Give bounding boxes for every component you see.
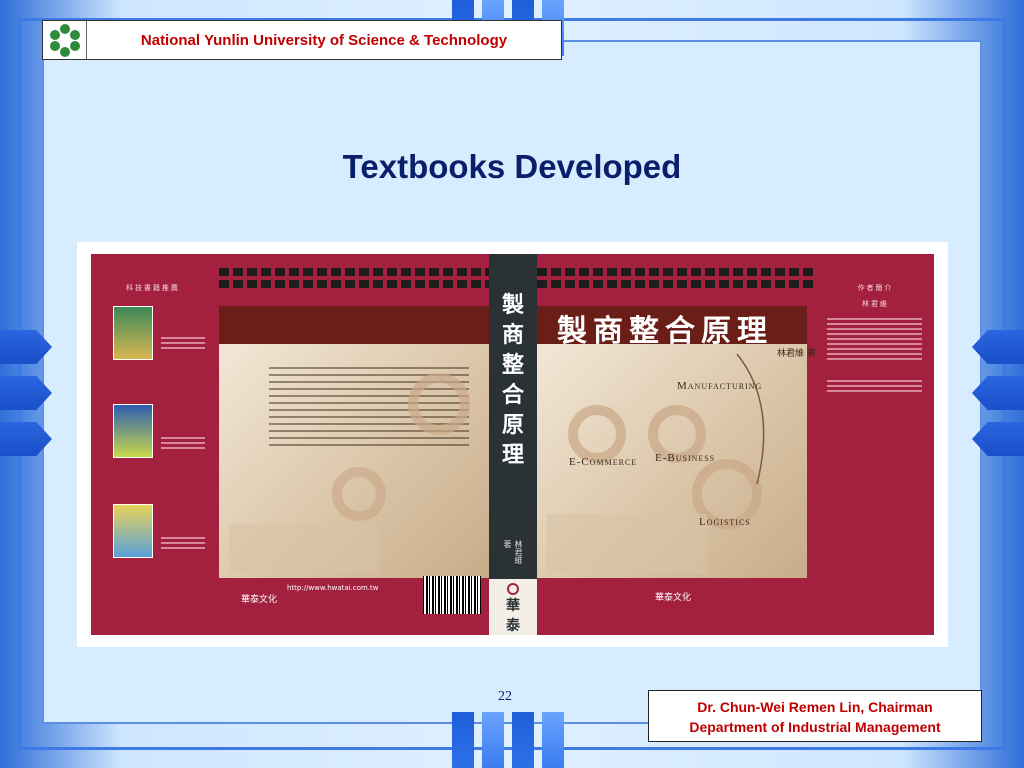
spine-publisher-block: 華 泰 — [489, 579, 537, 635]
institution-name: National Yunlin University of Science & … — [140, 31, 508, 49]
back-cover-graphic — [229, 373, 470, 574]
bottom-stripes-decoration — [452, 712, 564, 768]
book-cover-image: 科 技 書 籍 推 薦 華泰文化 http://www.hwatai.com.t… — [77, 242, 948, 647]
back-cover: 科 技 書 籍 推 薦 華泰文化 http://www.hwatai.com.t… — [91, 254, 495, 635]
label-manufacturing: Manufacturing — [677, 380, 763, 392]
spine-author: 林君維 著 — [503, 539, 523, 564]
spine-char-3: 整 — [501, 351, 524, 378]
front-publisher-name: 華泰文化 — [655, 593, 692, 603]
barcode — [423, 576, 481, 614]
label-e-commerce: E-Commerce — [569, 456, 638, 468]
front-side-name: 林 君 維 — [862, 301, 887, 308]
label-logistics: Logistics — [699, 516, 751, 528]
front-cover: 製商整合原理 林君維 著 Manufacturing E-Commerce E-… — [537, 254, 934, 635]
spine-publisher-1: 華 — [506, 598, 520, 614]
back-side-title: 科 技 書 籍 推 薦 — [126, 285, 178, 292]
left-tabs-decoration — [0, 330, 52, 456]
footer-department: Department of Industrial Management — [689, 719, 941, 735]
spine-char-5: 原 — [501, 411, 524, 438]
spine-publisher-2: 泰 — [506, 618, 520, 634]
back-cover-panel — [219, 344, 489, 578]
book-spine: 製 商 整 合 原 理 林君維 著 華 泰 — [489, 254, 537, 635]
recommended-book-3 — [113, 504, 153, 558]
label-e-business: E-Business — [655, 452, 716, 464]
front-cover-title: 製商整合原理 — [557, 314, 773, 349]
spine-char-1: 製 — [501, 291, 524, 318]
publisher-website: http://www.hwatai.com.tw — [287, 584, 379, 592]
footer-credit-box: Dr. Chun-Wei Remen Lin, Chairman Departm… — [648, 690, 982, 742]
footer-author: Dr. Chun-Wei Remen Lin, Chairman — [697, 699, 933, 715]
publisher-logo-icon — [507, 583, 519, 595]
slide-title: Textbooks Developed — [342, 148, 682, 185]
recommended-book-2 — [113, 404, 153, 458]
right-tabs-decoration — [972, 330, 1024, 456]
back-side-column: 科 技 書 籍 推 薦 — [107, 284, 197, 294]
front-side-column: 作 者 簡 介 林 君 維 — [827, 284, 922, 395]
front-side-title: 作 者 簡 介 — [857, 285, 892, 292]
front-cover-author: 林君維 著 — [777, 349, 816, 359]
spine-char-6: 理 — [501, 441, 524, 468]
spine-char-2: 商 — [501, 321, 524, 348]
university-logo-icon — [43, 21, 87, 59]
book-cover: 科 技 書 籍 推 薦 華泰文化 http://www.hwatai.com.t… — [91, 254, 934, 635]
back-publisher-name: 華泰文化 — [241, 595, 278, 605]
spine-char-4: 合 — [501, 381, 524, 408]
recommended-book-1 — [113, 306, 153, 360]
page-number: 22 — [498, 689, 512, 704]
header-banner: National Yunlin University of Science & … — [42, 20, 562, 60]
